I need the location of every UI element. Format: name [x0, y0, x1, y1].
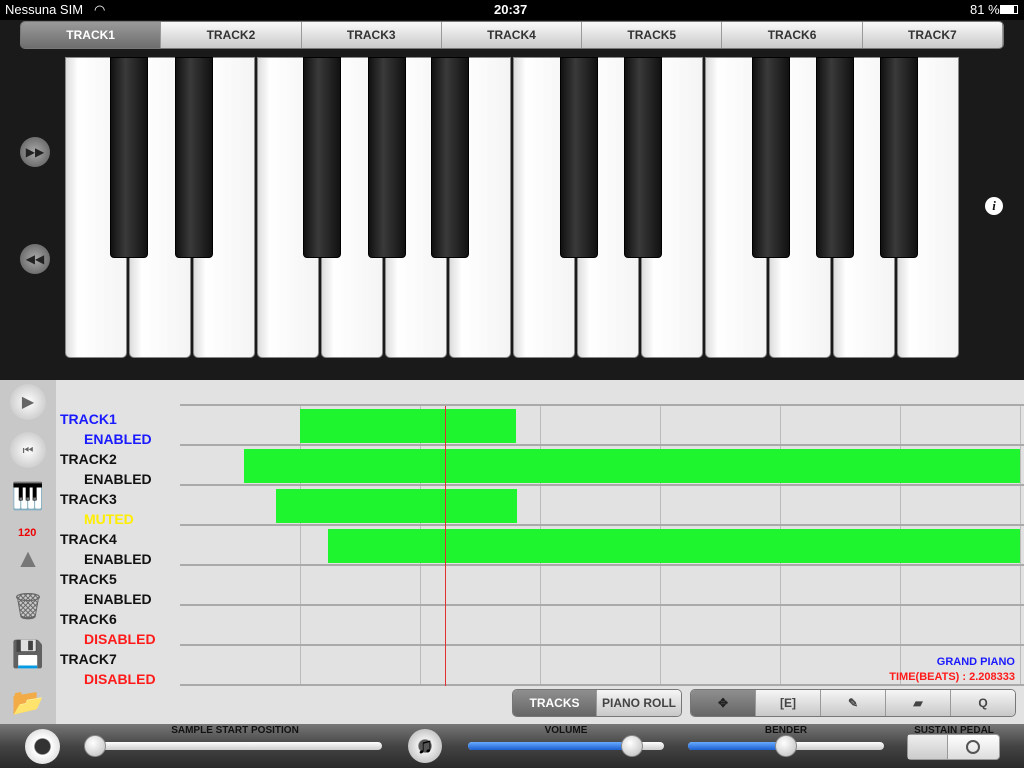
- tab-track5[interactable]: TRACK5: [582, 22, 723, 48]
- tab-track2[interactable]: TRACK2: [161, 22, 302, 48]
- folder-download-icon: 📂: [11, 686, 45, 717]
- wifi-icon: ◠: [94, 2, 106, 17]
- battery-text: 81 %: [970, 2, 1000, 17]
- status-bar: Nessuna SIM ◠ 20:37 81 %: [0, 0, 1024, 20]
- open-button[interactable]: 📂: [10, 684, 46, 720]
- track-status[interactable]: DISABLED: [84, 631, 156, 647]
- track-status[interactable]: ENABLED: [84, 591, 152, 607]
- pencil-icon: ✎: [847, 696, 859, 710]
- music-notes-icon: ♫: [416, 733, 434, 758]
- track-row[interactable]: [180, 606, 1024, 646]
- black-key[interactable]: [303, 57, 341, 258]
- track-name[interactable]: TRACK5: [60, 571, 117, 587]
- rewind-icon: ◀◀: [25, 252, 45, 266]
- side-toolbar: ▶ ⏮ 🎹 120 ▲ 🗑 💾 📂: [0, 380, 56, 724]
- instrument-name: GRAND PIANO: [936, 656, 1015, 668]
- track-name[interactable]: TRACK7: [60, 651, 117, 667]
- quantize-tool-button[interactable]: Q: [951, 690, 1015, 716]
- octave-up-button[interactable]: ▶▶: [20, 137, 50, 167]
- note-region[interactable]: [243, 449, 1020, 483]
- track-status[interactable]: ENABLED: [84, 471, 152, 487]
- move-tool-button[interactable]: ✥: [691, 690, 756, 716]
- playhead[interactable]: [444, 406, 446, 686]
- bottom-controls: SAMPLE START POSITION ♫ VOLUME BENDER SU…: [0, 724, 1024, 768]
- carrier: Nessuna SIM: [5, 2, 84, 17]
- track-name[interactable]: TRACK6: [60, 611, 117, 627]
- track-status[interactable]: ENABLED: [84, 551, 152, 567]
- track-name[interactable]: TRACK1: [60, 411, 117, 427]
- track-name[interactable]: TRACK2: [60, 451, 117, 467]
- track-tabs: TRACK1 TRACK2 TRACK3 TRACK4 TRACK5 TRACK6 TRAC…: [20, 21, 1004, 49]
- track-row[interactable]: [180, 406, 1024, 446]
- edit-tools: ✥ [E] ✎ ▰ Q: [690, 689, 1016, 717]
- black-key[interactable]: [560, 57, 598, 258]
- metronome-button[interactable]: ▲: [10, 540, 46, 576]
- octave-down-button[interactable]: ◀◀: [20, 244, 50, 274]
- black-key[interactable]: [431, 57, 469, 258]
- sustain-pedal-switch[interactable]: [907, 734, 1000, 760]
- clock: 20:37: [494, 2, 528, 17]
- select-icon: [E]: [780, 696, 796, 710]
- track-row[interactable]: [180, 486, 1024, 526]
- track-timeline[interactable]: [180, 404, 1024, 686]
- save-button[interactable]: 💾: [10, 636, 46, 672]
- sample-start-slider[interactable]: [88, 742, 382, 750]
- black-key[interactable]: [816, 57, 854, 258]
- black-key[interactable]: [175, 57, 213, 258]
- trash-icon: 🗑: [11, 590, 45, 621]
- track-status[interactable]: MUTED: [84, 511, 134, 527]
- metronome-icon: ▲: [15, 542, 41, 573]
- view-toggle: TRACKS PIANO ROLL: [512, 689, 682, 717]
- info-icon[interactable]: i: [985, 197, 1003, 215]
- eraser-tool-button[interactable]: ▰: [886, 690, 951, 716]
- black-key[interactable]: [368, 57, 406, 258]
- tracks-view-button[interactable]: TRACKS: [513, 690, 597, 716]
- pencil-tool-button[interactable]: ✎: [821, 690, 886, 716]
- move-icon: ✥: [717, 696, 729, 710]
- sample-start-label: SAMPLE START POSITION: [171, 725, 299, 736]
- volume-knob[interactable]: [621, 735, 644, 757]
- black-key[interactable]: [880, 57, 918, 258]
- floppy-disk-icon: 💾: [11, 638, 45, 669]
- note-region[interactable]: [276, 489, 518, 523]
- play-icon: ▶: [21, 394, 35, 411]
- tempo-value: 120: [18, 527, 37, 539]
- play-button[interactable]: ▶: [10, 384, 46, 420]
- track-row[interactable]: [180, 526, 1024, 566]
- note-region[interactable]: [327, 529, 1020, 563]
- black-key[interactable]: [110, 57, 148, 258]
- track-name[interactable]: TRACK3: [60, 491, 117, 507]
- track-row[interactable]: [180, 446, 1024, 486]
- tab-track3[interactable]: TRACK3: [301, 22, 442, 48]
- sample-start-knob[interactable]: [84, 735, 106, 757]
- tab-track4[interactable]: TRACK4: [441, 22, 583, 48]
- tab-track1[interactable]: TRACK1: [21, 22, 162, 48]
- fast-forward-icon: ▶▶: [25, 145, 45, 159]
- eraser-icon: ▰: [913, 696, 923, 710]
- bender-knob[interactable]: [775, 735, 797, 757]
- black-key[interactable]: [752, 57, 790, 258]
- instrument-button[interactable]: 🎹: [10, 478, 46, 514]
- grand-piano-icon: 🎹: [11, 480, 45, 511]
- select-tool-button[interactable]: [E]: [756, 690, 821, 716]
- time-readout: TIME(BEATS) : 2.208333: [889, 671, 1015, 683]
- piano-roll-view-button[interactable]: PIANO ROLL: [597, 690, 681, 716]
- rewind-button[interactable]: ⏮: [10, 432, 46, 468]
- track-row[interactable]: [180, 566, 1024, 606]
- delete-button[interactable]: 🗑: [10, 588, 46, 624]
- tab-track7[interactable]: TRACK7: [862, 22, 1003, 48]
- note-region[interactable]: [300, 409, 516, 443]
- track-name[interactable]: TRACK4: [60, 531, 117, 547]
- battery-icon: [1000, 5, 1018, 14]
- quantize-label: Q: [978, 696, 988, 710]
- tab-track6[interactable]: TRACK6: [722, 22, 863, 48]
- skip-back-icon: ⏮: [22, 442, 34, 457]
- record-button[interactable]: [25, 729, 60, 764]
- track-status[interactable]: ENABLED: [84, 431, 152, 447]
- black-key[interactable]: [624, 57, 662, 258]
- track-status[interactable]: DISABLED: [84, 671, 156, 687]
- music-notes-button[interactable]: ♫: [408, 729, 442, 763]
